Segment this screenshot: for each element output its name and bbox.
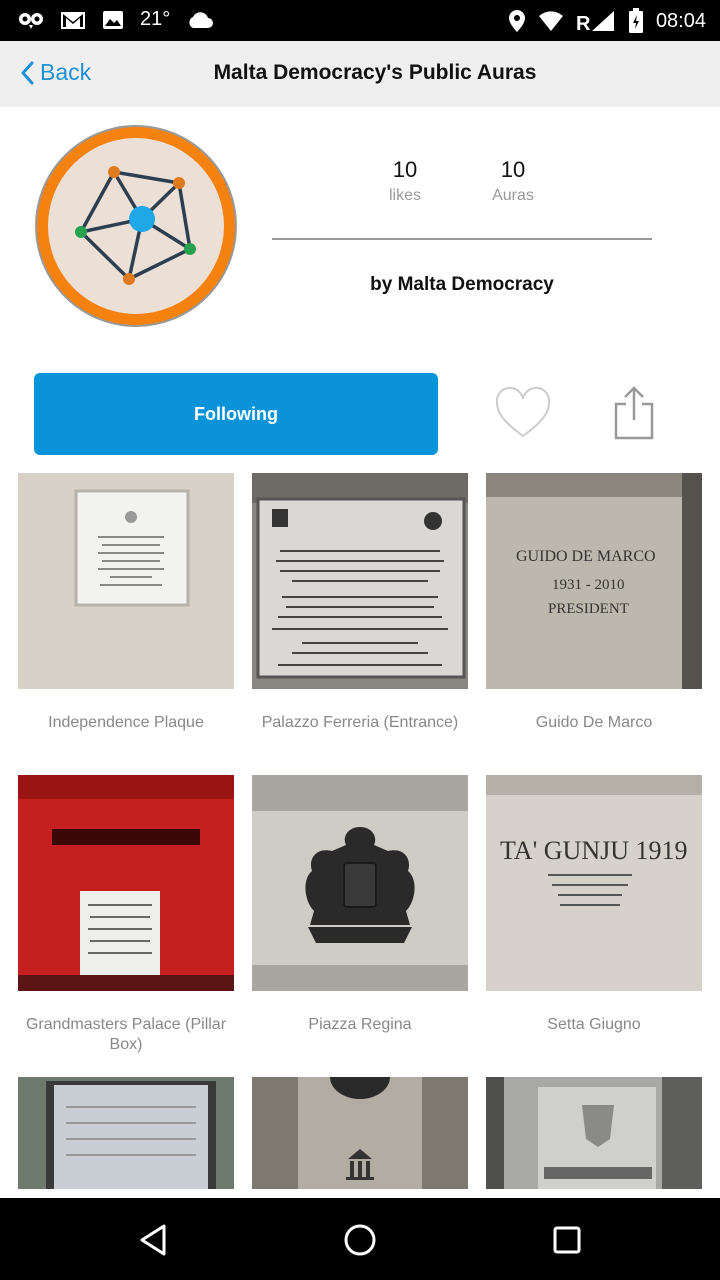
location-icon xyxy=(508,10,525,32)
aura-item-unesco-plaque[interactable] xyxy=(252,1077,468,1189)
aura-item-notice-board[interactable] xyxy=(18,1077,234,1189)
aura-caption: Independence Plaque xyxy=(48,714,204,731)
temperature-text: 21° xyxy=(140,8,171,30)
guido-line3: PRESIDENT xyxy=(548,601,629,617)
byline: by Malta Democracy xyxy=(370,274,554,295)
svg-text:R: R xyxy=(576,13,591,33)
aura-item-guido-de-marco[interactable]: GUIDO DE MARCO 1931 - 2010 PRESIDENT Gui… xyxy=(486,473,702,733)
marble-plaque-icon xyxy=(18,473,234,689)
back-label: Back xyxy=(40,59,92,85)
aura-caption: Palazzo Ferreria (Entrance) xyxy=(261,714,459,731)
aura-item-setta-giugno[interactable]: TA' GUNJU 1919 Setta Giugno xyxy=(486,775,702,1035)
red-postbox-icon xyxy=(18,775,234,991)
engraved-stone-icon: GUIDO DE MARCO 1931 - 2010 PRESIDENT xyxy=(486,473,702,689)
parliament-sign-icon xyxy=(486,1077,702,1189)
likes-label: likes xyxy=(388,187,421,204)
aura-item-piazza-regina[interactable]: Piazza Regina xyxy=(252,775,468,1035)
back-button[interactable]: Back xyxy=(20,59,91,86)
auras-stat: 10 Auras xyxy=(473,157,553,205)
aura-item-palazzo-ferreria[interactable]: Palazzo Ferreria (Entrance) xyxy=(252,473,468,733)
aura-item-grandmasters-palace[interactable]: Grandmasters Palace (Pillar Box) xyxy=(18,775,234,1055)
heart-icon xyxy=(495,386,551,438)
avatar xyxy=(34,124,238,328)
following-button[interactable]: Following xyxy=(34,373,438,455)
chevron-left-icon xyxy=(21,61,34,84)
system-navigation-bar xyxy=(0,1198,720,1280)
battery-icon xyxy=(628,8,643,33)
like-button[interactable] xyxy=(494,386,552,440)
aura-caption: Setta Giugno xyxy=(547,1016,641,1033)
signal-icon: R xyxy=(576,11,614,33)
aura-caption: Piazza Regina xyxy=(308,1016,412,1033)
square-recents-icon xyxy=(553,1226,581,1254)
navigation-bar: Back Malta Democracy's Public Auras xyxy=(0,41,720,107)
likes-count: 10 xyxy=(392,157,418,182)
stone-plaque-icon xyxy=(252,473,468,689)
aura-item-independence-plaque[interactable]: Independence Plaque xyxy=(18,473,234,733)
share-button[interactable] xyxy=(610,384,658,442)
notification-owl-icon xyxy=(19,12,43,29)
engraved-stone-icon: TA' GUNJU 1919 xyxy=(486,775,702,991)
coat-of-arms-icon xyxy=(252,775,468,991)
cloud-icon xyxy=(189,11,214,28)
notice-board-icon xyxy=(18,1077,234,1189)
guido-line2: 1931 - 2010 xyxy=(552,577,625,593)
gunju-text: TA' GUNJU 1919 xyxy=(500,836,687,865)
image-icon xyxy=(103,10,123,29)
auras-label: Auras xyxy=(492,187,534,204)
circle-home-icon xyxy=(344,1224,376,1256)
clock-text: 08:04 xyxy=(655,9,706,32)
status-bar: 21° R 08:04 xyxy=(0,0,720,41)
nav-recents-button[interactable] xyxy=(545,1218,589,1262)
page-title: Malta Democracy's Public Auras xyxy=(213,61,537,84)
likes-stat: 10 likes xyxy=(365,157,445,205)
wifi-icon xyxy=(538,11,563,31)
share-icon xyxy=(614,386,654,440)
auras-count: 10 xyxy=(500,157,526,182)
nav-home-button[interactable] xyxy=(338,1218,382,1262)
gmail-icon xyxy=(61,11,85,29)
nav-back-button[interactable] xyxy=(132,1218,176,1262)
aura-item-parliament-sign[interactable] xyxy=(486,1077,702,1189)
aura-caption: Guido De Marco xyxy=(535,714,653,731)
unesco-plaque-icon xyxy=(252,1077,468,1189)
aura-caption: Grandmasters Palace (Pillar Box) xyxy=(25,1016,227,1053)
guido-line1: GUIDO DE MARCO xyxy=(516,548,656,565)
triangle-back-icon xyxy=(140,1224,166,1256)
divider xyxy=(272,238,652,240)
